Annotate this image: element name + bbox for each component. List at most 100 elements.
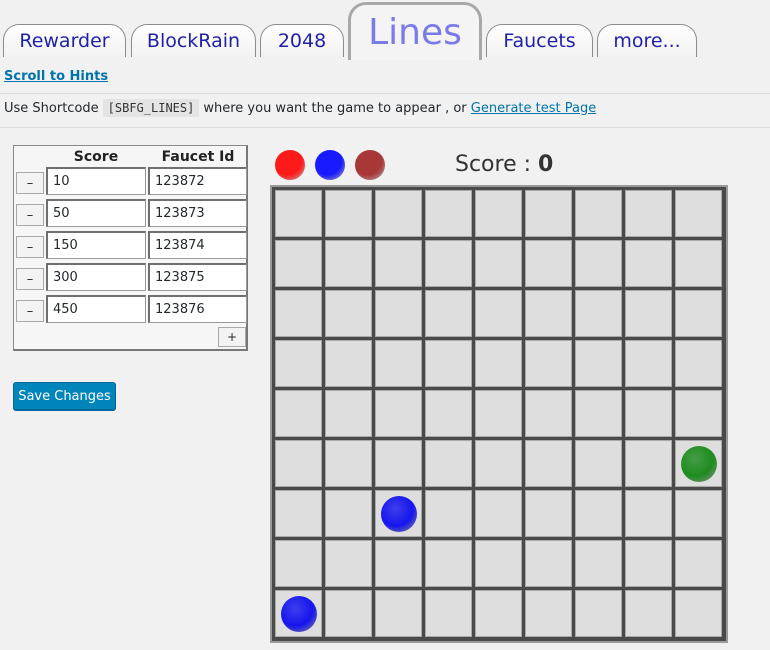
board-cell[interactable] bbox=[375, 290, 422, 337]
tab-faucets[interactable]: Faucets bbox=[486, 24, 593, 57]
board-cell[interactable] bbox=[625, 290, 672, 337]
board-cell[interactable] bbox=[675, 340, 722, 387]
board-cell[interactable] bbox=[325, 190, 372, 237]
board-cell[interactable] bbox=[625, 440, 672, 487]
faucet-id-input[interactable]: 123873 bbox=[148, 199, 247, 227]
tab-lines[interactable]: Lines bbox=[348, 2, 482, 60]
board-cell[interactable] bbox=[275, 540, 322, 587]
ball-blue[interactable] bbox=[380, 495, 417, 532]
board-cell[interactable] bbox=[425, 540, 472, 587]
board-cell[interactable] bbox=[375, 440, 422, 487]
board-cell[interactable] bbox=[675, 540, 722, 587]
board-cell[interactable] bbox=[625, 240, 672, 287]
score-input[interactable]: 300 bbox=[46, 263, 146, 291]
faucet-id-input[interactable]: 123872 bbox=[148, 167, 247, 195]
board-cell[interactable] bbox=[525, 390, 572, 437]
board-cell[interactable] bbox=[525, 240, 572, 287]
board-cell[interactable] bbox=[675, 490, 722, 537]
board-cell[interactable] bbox=[675, 240, 722, 287]
board-cell[interactable] bbox=[425, 490, 472, 537]
ball-green[interactable] bbox=[680, 445, 717, 482]
board-cell[interactable] bbox=[625, 390, 672, 437]
score-input[interactable]: 450 bbox=[46, 295, 146, 323]
board-cell[interactable] bbox=[275, 240, 322, 287]
board-cell[interactable] bbox=[425, 190, 472, 237]
board-cell[interactable] bbox=[625, 340, 672, 387]
board-cell[interactable] bbox=[575, 390, 622, 437]
board-cell[interactable] bbox=[475, 340, 522, 387]
board-cell[interactable] bbox=[475, 290, 522, 337]
ball-blue[interactable] bbox=[280, 595, 317, 632]
board-cell[interactable] bbox=[375, 190, 422, 237]
faucet-id-input[interactable]: 123875 bbox=[148, 263, 247, 291]
board-cell[interactable] bbox=[675, 590, 722, 637]
board-cell[interactable] bbox=[375, 590, 422, 637]
board-cell[interactable] bbox=[275, 290, 322, 337]
remove-row-button[interactable]: – bbox=[16, 300, 44, 322]
board-cell[interactable] bbox=[525, 290, 572, 337]
board-cell[interactable] bbox=[275, 490, 322, 537]
tab-rewarder[interactable]: Rewarder bbox=[3, 24, 126, 57]
board-cell[interactable] bbox=[475, 190, 522, 237]
board-cell[interactable] bbox=[625, 190, 672, 237]
scroll-to-hints-link[interactable]: Scroll to Hints bbox=[4, 69, 108, 84]
board-cell[interactable] bbox=[575, 240, 622, 287]
board-cell[interactable] bbox=[325, 440, 372, 487]
tab-blockrain[interactable]: BlockRain bbox=[131, 24, 256, 57]
board-cell[interactable] bbox=[325, 340, 372, 387]
generate-test-page-link[interactable]: Generate test Page bbox=[471, 101, 596, 116]
board-cell[interactable] bbox=[425, 440, 472, 487]
board-cell[interactable] bbox=[275, 440, 322, 487]
board-cell[interactable] bbox=[425, 390, 472, 437]
board-cell[interactable] bbox=[575, 590, 622, 637]
board-cell[interactable] bbox=[475, 590, 522, 637]
add-row-button[interactable]: + bbox=[218, 327, 246, 347]
board-cell[interactable] bbox=[525, 340, 572, 387]
board-cell[interactable] bbox=[525, 440, 572, 487]
board-cell[interactable] bbox=[475, 490, 522, 537]
board-cell[interactable] bbox=[575, 490, 622, 537]
board-cell[interactable] bbox=[425, 290, 472, 337]
board-cell[interactable] bbox=[525, 190, 572, 237]
board-cell[interactable] bbox=[575, 190, 622, 237]
board-cell[interactable] bbox=[575, 340, 622, 387]
board-cell[interactable] bbox=[325, 540, 372, 587]
board-cell[interactable] bbox=[275, 390, 322, 437]
board-cell[interactable] bbox=[625, 540, 672, 587]
board-cell[interactable] bbox=[675, 190, 722, 237]
remove-row-button[interactable]: – bbox=[16, 236, 44, 258]
board-cell[interactable] bbox=[325, 240, 372, 287]
score-input[interactable]: 150 bbox=[46, 231, 146, 259]
tab-2048[interactable]: 2048 bbox=[260, 24, 344, 57]
board-cell[interactable] bbox=[375, 390, 422, 437]
board-cell[interactable] bbox=[325, 290, 372, 337]
score-input[interactable]: 50 bbox=[46, 199, 146, 227]
score-input[interactable]: 10 bbox=[46, 167, 146, 195]
board-cell[interactable] bbox=[575, 290, 622, 337]
board-cell[interactable] bbox=[675, 290, 722, 337]
board-cell[interactable] bbox=[625, 590, 672, 637]
board-cell[interactable] bbox=[525, 490, 572, 537]
board-cell[interactable] bbox=[625, 490, 672, 537]
board-cell[interactable] bbox=[325, 590, 372, 637]
game-board[interactable] bbox=[270, 185, 728, 643]
board-cell[interactable] bbox=[575, 440, 622, 487]
board-cell[interactable] bbox=[475, 440, 522, 487]
board-cell[interactable] bbox=[525, 540, 572, 587]
board-cell[interactable] bbox=[375, 340, 422, 387]
faucet-id-input[interactable]: 123874 bbox=[148, 231, 247, 259]
board-cell[interactable] bbox=[275, 190, 322, 237]
board-cell[interactable] bbox=[375, 240, 422, 287]
board-cell[interactable] bbox=[425, 240, 472, 287]
remove-row-button[interactable]: – bbox=[16, 268, 44, 290]
board-cell[interactable] bbox=[525, 590, 572, 637]
board-cell[interactable] bbox=[425, 590, 472, 637]
board-cell[interactable] bbox=[275, 340, 322, 387]
remove-row-button[interactable]: – bbox=[16, 172, 44, 194]
board-cell[interactable] bbox=[475, 390, 522, 437]
board-cell[interactable] bbox=[425, 340, 472, 387]
tab-more[interactable]: more... bbox=[597, 24, 697, 57]
board-cell[interactable] bbox=[575, 540, 622, 587]
board-cell[interactable] bbox=[375, 540, 422, 587]
faucet-id-input[interactable]: 123876 bbox=[148, 295, 247, 323]
